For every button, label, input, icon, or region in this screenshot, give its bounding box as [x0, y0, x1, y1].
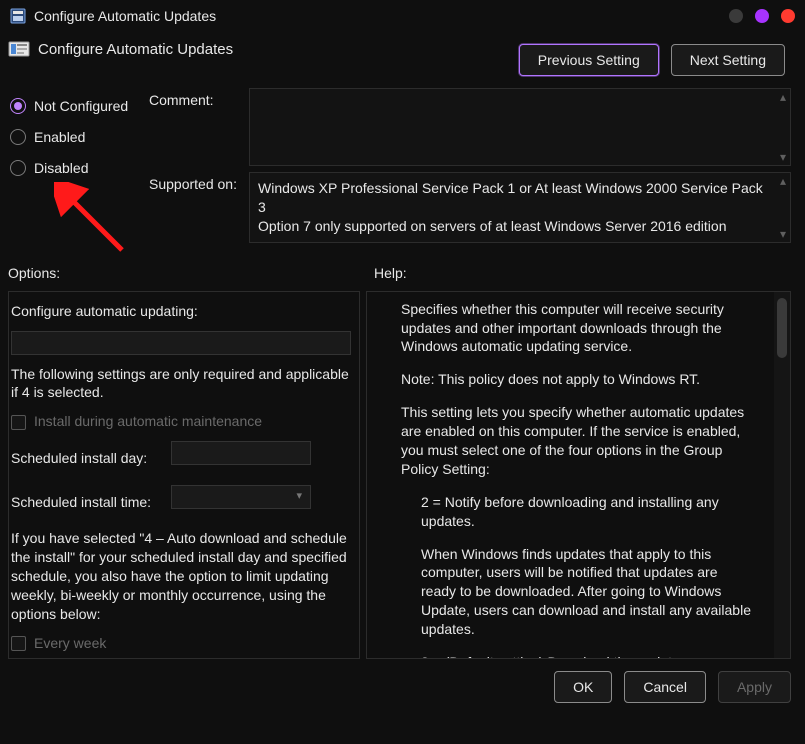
radio-label: Disabled — [34, 160, 88, 176]
supported-on-text: Windows XP Professional Service Pack 1 o… — [249, 172, 791, 243]
scroll-down-icon[interactable]: ▾ — [780, 229, 786, 239]
install-day-select[interactable] — [171, 441, 311, 465]
radio-icon — [10, 98, 26, 114]
options-note-2: If you have selected "4 – Auto download … — [11, 529, 351, 623]
supported-label: Supported on: — [149, 172, 249, 243]
radio-enabled[interactable]: Enabled — [10, 129, 143, 145]
radio-label: Not Configured — [34, 98, 128, 114]
checkbox-icon — [11, 636, 26, 651]
options-panel: Configure automatic updating: The follow… — [8, 291, 360, 659]
help-text: Note: This policy does not apply to Wind… — [401, 370, 756, 389]
footer: OK Cancel Apply — [0, 659, 805, 703]
radio-icon — [10, 129, 26, 145]
close-button[interactable] — [781, 9, 795, 23]
scroll-down-icon[interactable]: ▾ — [780, 152, 786, 162]
install-day-label: Scheduled install day: — [11, 450, 171, 466]
every-week-checkbox[interactable]: Every week — [11, 634, 351, 653]
help-text: 3 = (Default setting) Download the updat… — [401, 653, 756, 659]
help-text: This setting lets you specify whether au… — [401, 403, 756, 479]
minimize-button[interactable] — [729, 9, 743, 23]
apply-button[interactable]: Apply — [718, 671, 791, 703]
scroll-up-icon[interactable]: ▴ — [780, 176, 786, 186]
configure-updating-label: Configure automatic updating: — [11, 302, 351, 321]
options-label: Options: — [8, 265, 368, 281]
options-note: The following settings are only required… — [11, 365, 351, 403]
radio-label: Enabled — [34, 129, 85, 145]
install-time-label: Scheduled install time: — [11, 494, 171, 510]
scrollbar[interactable] — [774, 292, 790, 658]
scrollbar-thumb[interactable] — [777, 298, 787, 358]
radio-icon — [10, 160, 26, 176]
install-time-select[interactable] — [171, 485, 311, 509]
ok-button[interactable]: OK — [554, 671, 612, 703]
help-label: Help: — [368, 265, 407, 281]
page-title: Configure Automatic Updates — [38, 38, 519, 58]
help-text: 2 = Notify before downloading and instal… — [401, 493, 756, 531]
help-panel: Specifies whether this computer will rec… — [366, 291, 791, 659]
window-title: Configure Automatic Updates — [34, 8, 717, 24]
header: Configure Automatic Updates Previous Set… — [0, 32, 805, 84]
supported-line: Windows XP Professional Service Pack 1 o… — [258, 179, 772, 217]
config-section: Not Configured Enabled Disabled Comment:… — [0, 84, 805, 249]
comment-input[interactable]: ▴ ▾ — [249, 88, 791, 166]
configure-updating-select[interactable] — [11, 331, 351, 355]
scroll-up-icon[interactable]: ▴ — [780, 92, 786, 102]
maximize-button[interactable] — [755, 9, 769, 23]
comment-label: Comment: — [149, 88, 249, 166]
help-text: Specifies whether this computer will rec… — [401, 300, 756, 357]
policy-icon — [10, 8, 26, 24]
previous-setting-button[interactable]: Previous Setting — [519, 44, 659, 76]
next-setting-button[interactable]: Next Setting — [671, 44, 785, 76]
radio-disabled[interactable]: Disabled — [10, 160, 143, 176]
checkbox-icon — [11, 415, 26, 430]
supported-line: Option 7 only supported on servers of at… — [258, 217, 772, 236]
cancel-button[interactable]: Cancel — [624, 671, 706, 703]
policy-icon — [8, 38, 30, 60]
title-bar: Configure Automatic Updates — [0, 0, 805, 32]
install-maintenance-checkbox[interactable]: Install during automatic maintenance — [11, 412, 351, 431]
help-text: When Windows finds updates that apply to… — [401, 545, 756, 639]
radio-not-configured[interactable]: Not Configured — [10, 98, 143, 114]
